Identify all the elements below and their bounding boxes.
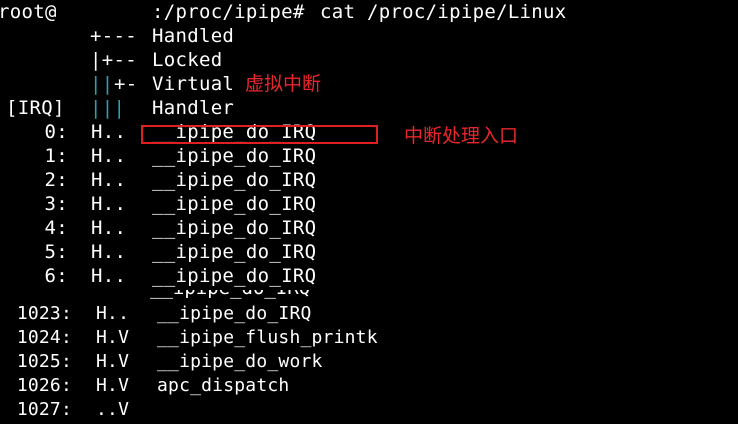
irq-flags: H..	[91, 217, 127, 239]
irq-number: 4:	[44, 217, 68, 239]
irq-handler: __ipipe_do_IRQ	[157, 303, 312, 324]
irq-flags: ..V	[96, 399, 130, 420]
irq-number: 0:	[44, 121, 68, 143]
terminal-window[interactable]: root@ :/proc/ipipe# cat /proc/ipipe/Linu…	[0, 0, 738, 424]
legend-locked-prefix: |+--	[90, 49, 137, 71]
irq-flags: H..	[91, 265, 127, 287]
legend-locked-label: Locked	[152, 49, 223, 71]
irq-flags: H..	[91, 121, 127, 143]
virtual-interrupt-note: 虚拟中断	[245, 73, 322, 95]
irq-flags: H..	[91, 145, 127, 167]
irq-number: 2:	[44, 169, 68, 191]
irq-number: 1025:	[16, 351, 72, 372]
legend-virtual-prefix: +-	[114, 73, 138, 95]
irq-number: 1024:	[16, 327, 72, 348]
irq-number: 1027:	[16, 399, 72, 420]
irq-number: 3:	[44, 193, 68, 215]
handler-entry-note: 中断处理入口	[404, 125, 519, 147]
prompt-path: :/proc/ipipe#	[152, 1, 305, 23]
irq-flags: H.V	[96, 351, 130, 372]
irq-number: 1023:	[16, 303, 72, 324]
irq-flags: H..	[91, 169, 127, 191]
irq-handler: __ipipe_flush_printk	[157, 327, 378, 348]
irq-flags: H.V	[96, 327, 130, 348]
irq-handler: __ipipe_do_IRQ	[152, 241, 317, 263]
irq-number: 6:	[44, 265, 68, 287]
legend-virtual-bars: ||	[90, 73, 114, 95]
irq-flags: H..	[91, 241, 127, 263]
legend-virtual-label: Virtual	[152, 73, 235, 95]
irq-column-header: [IRQ]	[6, 97, 65, 119]
partial-row-fragment: __ipipe_do_IRQ	[150, 290, 310, 300]
irq-handler: __ipipe_do_IRQ	[152, 145, 317, 167]
irq-handler: __ipipe_do_IRQ	[152, 193, 317, 215]
partial-row-text: __ipipe_do_IRQ	[150, 290, 310, 300]
handler-highlight-box	[141, 125, 378, 144]
irq-flags: H.V	[96, 375, 130, 396]
irq-number: 1026:	[16, 375, 72, 396]
command-text: cat /proc/ipipe/Linux	[320, 1, 567, 23]
legend-handled-label: Handled	[152, 25, 235, 47]
irq-number: 5:	[44, 241, 68, 263]
irq-handler: __ipipe_do_IRQ	[152, 217, 317, 239]
irq-flags: H..	[96, 303, 130, 324]
irq-handler: apc_dispatch	[157, 375, 290, 396]
irq-handler: __ipipe_do_work	[157, 351, 323, 372]
irq-number: 1:	[44, 145, 68, 167]
legend-handled-prefix: +---	[90, 25, 137, 47]
legend-handler-bars: |||	[90, 97, 126, 119]
prompt-user: root@	[0, 1, 57, 23]
irq-handler: __ipipe_do_IRQ	[152, 169, 317, 191]
irq-handler: __ipipe_do_IRQ	[152, 265, 317, 287]
irq-flags: H..	[91, 193, 127, 215]
legend-handler-label: Handler	[152, 97, 235, 119]
